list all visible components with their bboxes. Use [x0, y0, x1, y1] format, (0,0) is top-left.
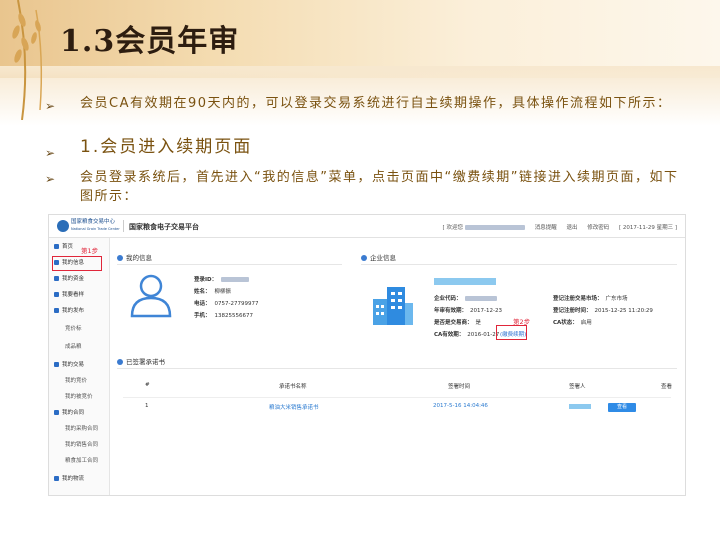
slide: 1.3会员年审 ➢ 会员CA有效期在90天内的，可以登录交易系统进行自主续期操作…: [0, 0, 720, 540]
step2-label: 第2步: [513, 318, 531, 326]
welcome-text: [ 欢迎您: [442, 225, 463, 231]
publish-icon: [54, 308, 59, 313]
header-divider: [123, 220, 124, 232]
user-circle-icon: [117, 255, 123, 261]
step2-highlight-box: [496, 325, 527, 340]
logo-text-cn: 国家粮食交易中心: [71, 219, 116, 225]
sidebar-item-my-trades[interactable]: 我的交易: [49, 358, 109, 372]
ca-status-row: CA状态： 启用: [553, 320, 592, 326]
slide-title: 1.3会员年审: [60, 24, 240, 59]
divider: [117, 264, 342, 265]
company-building-icon: [373, 287, 413, 325]
table-row: 1 粮油大米销售承诺书 2017-5-16 14:04:46: [123, 403, 671, 417]
col-time: 签署时间: [448, 384, 471, 390]
sidebar-item-bids-received[interactable]: 我的被竞价: [49, 390, 109, 404]
embedded-screenshot: 国家粮食交易中心 National Grain Trade Center 国家粮…: [48, 214, 686, 496]
bullet-marker: ➢: [45, 146, 56, 160]
view-button[interactable]: 查看: [608, 403, 636, 412]
divider: [117, 368, 677, 369]
company-code-row: 企业代码：: [434, 294, 497, 302]
sidebar-item-bid-listing[interactable]: 竞价标: [49, 322, 109, 336]
date-text: [ 2017-11-29 星期三 ]: [619, 225, 677, 231]
ca-validity-row: CA有效期： 2016-01-27: [434, 332, 500, 338]
logo-icon: [57, 220, 69, 232]
commitments-table-header: # 承诺书名称 签署时间 签署人 查看: [123, 382, 673, 394]
avatar-icon: [130, 274, 172, 318]
col-index: #: [145, 382, 150, 388]
trade-icon: [54, 362, 59, 367]
company-info-heading: 企业信息: [361, 252, 396, 262]
sidebar-item-home[interactable]: 首页: [49, 240, 109, 254]
divider: [361, 264, 677, 265]
messages-link[interactable]: 消息提醒: [535, 225, 557, 231]
is-trader-row: 是否是交易商：是: [434, 320, 482, 326]
signer-blurred: [569, 404, 591, 410]
phone-row: 电话： 0757-27799977: [194, 301, 259, 307]
mobile-row: 手机： 13825556677: [194, 313, 254, 319]
row-index: 1: [145, 403, 149, 409]
col-name: 承诺书名称: [279, 384, 307, 390]
annual-review-row: 年审有效期： 2017-12-23: [434, 308, 502, 314]
login-id-row: 登录ID：: [194, 275, 250, 283]
sidebar-item-view-samples[interactable]: 我要看样: [49, 288, 109, 302]
col-view: 查看: [661, 384, 673, 390]
sign-time: 2017-5-16 14:04:46: [433, 403, 488, 409]
building-icon: [361, 255, 367, 261]
market-row: 登记注册交易市场： 广东市场: [553, 296, 628, 302]
sidebar-item-finished-grain[interactable]: 成品粮: [49, 340, 109, 354]
bullet-marker: ➢: [45, 172, 56, 186]
change-password-link[interactable]: 修改密码: [587, 225, 609, 231]
app-header: 国家粮食交易中心 National Grain Trade Center 国家粮…: [49, 215, 685, 238]
home-icon: [54, 244, 59, 249]
bullet-text-ca-intro: 会员CA有效期在90天内的，可以登录交易系统进行自主续期操作，具体操作流程如下所…: [80, 96, 672, 111]
step1-label: 第1步: [81, 247, 99, 255]
step1-highlight-box: [52, 256, 102, 271]
logo-text: 国家粮食交易中心 National Grain Trade Center: [71, 219, 120, 233]
sidebar-item-my-bids[interactable]: 我的竞价: [49, 374, 109, 388]
truck-icon: [54, 476, 59, 481]
bullet-text-login-instructions: 会员登录系统后，首先进入“我的信息”菜单，点击页面中“缴费续期”链接进入续期页面…: [80, 170, 679, 204]
eye-icon: [54, 292, 59, 297]
divider: [123, 397, 671, 398]
sidebar: 首页 我的信息 我的资金 我要看样 我的发布 竞价标 成品粮 我的交易 我的竞价…: [49, 238, 110, 495]
sidebar-item-sales-contracts[interactable]: 我的销售合同: [49, 438, 109, 452]
company-code-blurred: [464, 296, 497, 301]
sidebar-item-processing-contracts[interactable]: 粮食加工合同: [49, 454, 109, 468]
sidebar-item-my-logistics[interactable]: 我的物流: [49, 472, 109, 486]
top-links: [ 欢迎您 消息提醒 退出 修改密码 [ 2017-11-29 星期三 ]: [435, 223, 677, 231]
platform-name: 国家粮食电子交易平台: [129, 223, 199, 231]
logo-text-en: National Grain Trade Center: [71, 227, 120, 231]
sidebar-item-my-funds[interactable]: 我的资金: [49, 272, 109, 286]
bullet-marker: ➢: [45, 99, 56, 113]
pen-icon: [117, 359, 123, 365]
username-blurred: [464, 225, 525, 230]
register-time-row: 登记注册时间： 2015-12-25 11:20:29: [553, 308, 653, 314]
bullet-text-step-heading: 1.会员进入续期页面: [80, 137, 253, 157]
sidebar-item-my-contracts[interactable]: 我的合同: [49, 406, 109, 420]
company-name-blurred: [434, 278, 496, 285]
wallet-icon: [54, 276, 59, 281]
login-id-blurred: [221, 277, 250, 282]
name-row: 姓名： 柳柳振: [194, 289, 232, 295]
sidebar-item-my-releases[interactable]: 我的发布: [49, 304, 109, 318]
logout-link[interactable]: 退出: [566, 225, 577, 231]
contract-icon: [54, 410, 59, 415]
my-info-heading: 我的信息: [117, 252, 152, 262]
commitments-heading: 已签署承诺书: [117, 356, 165, 366]
col-signer: 签署人: [569, 384, 586, 390]
commitment-name-link[interactable]: 粮油大米销售承诺书: [269, 403, 319, 411]
sidebar-item-purchase-contracts[interactable]: 我的采购合同: [49, 422, 109, 436]
